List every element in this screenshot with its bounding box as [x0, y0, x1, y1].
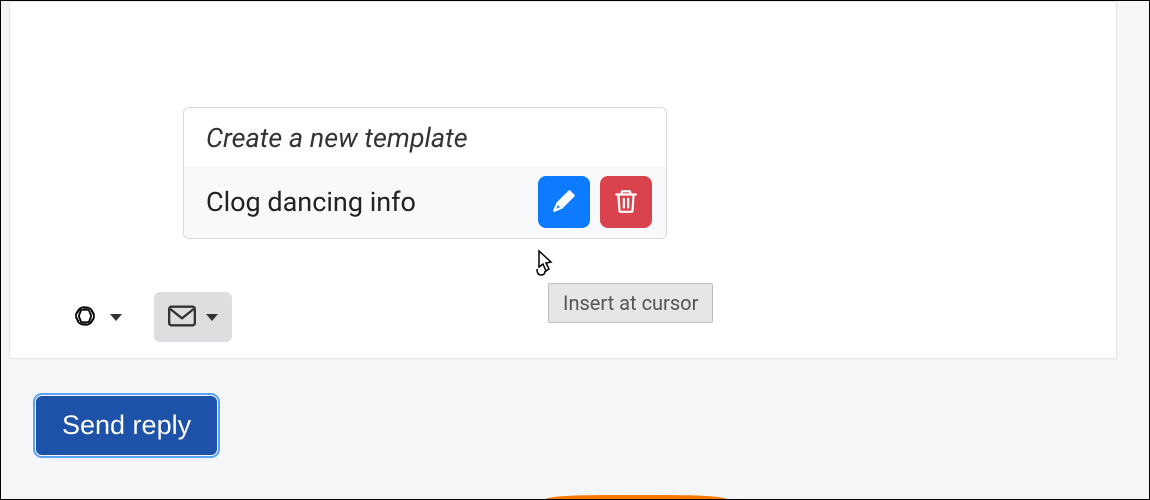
template-dropdown-button[interactable] — [154, 292, 232, 342]
pen-icon — [551, 188, 577, 217]
chevron-down-icon — [110, 314, 122, 321]
envelope-icon — [168, 305, 196, 330]
template-row: Clog dancing info — [184, 166, 666, 238]
compose-toolbar — [56, 292, 232, 342]
tooltip-insert-at-cursor: Insert at cursor — [548, 283, 713, 323]
trash-icon — [613, 188, 639, 217]
ai-dropdown-button[interactable] — [56, 292, 136, 342]
create-template-header[interactable]: Create a new template — [184, 108, 666, 166]
openai-icon — [70, 301, 100, 334]
insert-template-button[interactable] — [538, 176, 590, 228]
template-popup: Create a new template Clog dancing info — [183, 107, 667, 239]
send-reply-button[interactable]: Send reply — [36, 396, 217, 455]
delete-template-button[interactable] — [600, 176, 652, 228]
template-name[interactable]: Clog dancing info — [206, 186, 528, 218]
chevron-down-icon — [206, 314, 218, 321]
decorative-curve — [546, 495, 726, 499]
